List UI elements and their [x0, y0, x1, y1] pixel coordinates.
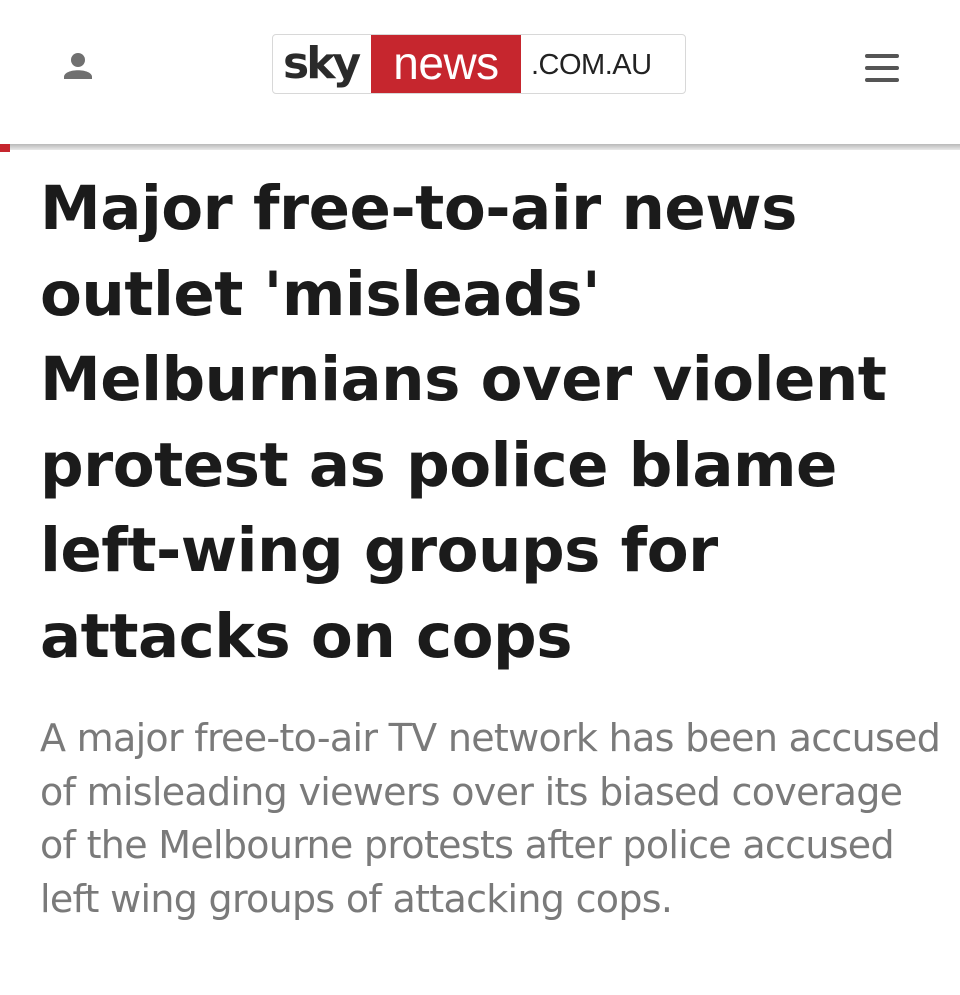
logo-news-text: news	[371, 35, 521, 93]
logo-domain-text: .COM.AU	[531, 49, 652, 81]
account-button[interactable]	[52, 44, 104, 90]
menu-button[interactable]	[858, 48, 906, 88]
user-icon	[64, 53, 92, 79]
article-headline: Major free-to-air news outlet 'misleads'…	[40, 173, 887, 672]
site-header: sky news .COM.AU	[0, 0, 960, 146]
logo-sky-text: sky	[283, 38, 361, 89]
sky-news-logo[interactable]: sky news .COM.AU	[272, 34, 686, 94]
header-accent-bar	[0, 144, 10, 152]
article-standfirst: A major free-to-air TV network has been …	[40, 716, 941, 921]
header-divider	[0, 144, 960, 150]
